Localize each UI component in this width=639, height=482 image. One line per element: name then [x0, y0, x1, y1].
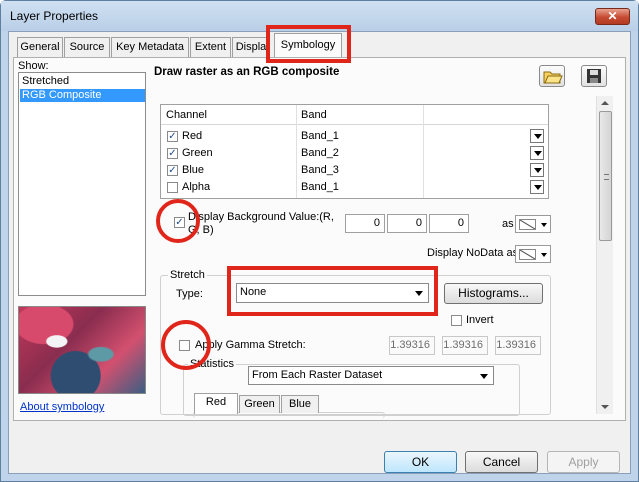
- open-folder-icon: [543, 71, 563, 84]
- invert-label: Invert: [466, 314, 494, 326]
- band-value: Band_1: [301, 181, 339, 193]
- cancel-button[interactable]: Cancel: [465, 451, 538, 473]
- blue-band-dropdown[interactable]: [530, 163, 544, 177]
- chevron-down-icon: [541, 223, 547, 227]
- open-folder-button[interactable]: [539, 65, 565, 87]
- channel-name: Red: [182, 130, 203, 142]
- band-value: Band_2: [301, 147, 339, 159]
- color-swatch: [519, 219, 536, 230]
- symbology-preview-image: [18, 306, 146, 394]
- alpha-channel-checkbox[interactable]: [167, 182, 178, 193]
- list-item-stretched[interactable]: Stretched: [20, 75, 145, 88]
- background-r-field[interactable]: 0: [345, 214, 385, 233]
- as-label: as: [502, 218, 514, 230]
- channel-band-table: Channel Band: [160, 104, 549, 199]
- show-label: Show:: [18, 60, 49, 72]
- band-value: Band_1: [301, 130, 339, 142]
- channel-name: Blue: [182, 164, 205, 176]
- statistics-source-value: From Each Raster Dataset: [252, 369, 383, 381]
- nodata-color-picker[interactable]: [515, 245, 551, 263]
- red-band-dropdown[interactable]: [530, 129, 544, 143]
- close-button[interactable]: ✕: [595, 8, 630, 25]
- table-header: Channel Band: [161, 105, 548, 125]
- green-channel-checkbox[interactable]: ✓: [167, 148, 178, 159]
- band-value: Band_3: [301, 164, 339, 176]
- tab-key-metadata[interactable]: Key Metadata: [111, 37, 189, 57]
- renderer-list[interactable]: Stretched RGB Composite: [18, 72, 146, 296]
- display-background-label: Display Background Value:(R, G, B): [188, 211, 334, 236]
- band-column-header: Band: [301, 109, 327, 121]
- subtab-blue[interactable]: Blue: [281, 395, 319, 413]
- color-swatch: [519, 249, 536, 260]
- stretch-group-label: Stretch: [168, 269, 207, 281]
- channel-name: Alpha: [182, 181, 211, 193]
- tab-display[interactable]: Displa: [232, 37, 270, 57]
- alpha-band-dropdown[interactable]: [530, 180, 544, 194]
- green-band-dropdown[interactable]: [530, 146, 544, 160]
- list-item-rgb-composite[interactable]: RGB Composite: [20, 89, 145, 102]
- renderer-heading: Draw raster as an RGB composite: [154, 66, 340, 78]
- ok-button[interactable]: OK: [384, 451, 457, 473]
- tab-source[interactable]: Source: [64, 37, 110, 57]
- window-title: Layer Properties: [10, 9, 99, 23]
- column-divider: [296, 105, 297, 198]
- vertical-scrollbar[interactable]: [596, 96, 613, 414]
- subtab-green[interactable]: Green: [239, 395, 280, 413]
- apply-button[interactable]: Apply: [547, 451, 620, 473]
- grip-icon: [604, 174, 609, 180]
- symbology-tab-highlight: [266, 25, 351, 63]
- background-checkbox-highlight: [156, 199, 200, 243]
- tab-extent[interactable]: Extent: [190, 37, 231, 57]
- gamma-green-field[interactable]: 1.39316: [442, 336, 488, 355]
- save-button[interactable]: [581, 65, 607, 87]
- gamma-checkbox-highlight: [161, 320, 211, 370]
- subtab-red[interactable]: Red: [194, 393, 238, 414]
- red-channel-checkbox[interactable]: ✓: [167, 131, 178, 142]
- background-color-picker[interactable]: [515, 215, 551, 233]
- save-icon: [587, 69, 601, 83]
- scroll-up-arrow-icon[interactable]: [601, 101, 609, 105]
- gamma-stretch-label: Apply Gamma Stretch:: [195, 339, 306, 351]
- column-divider: [423, 105, 424, 198]
- tab-general[interactable]: General: [17, 37, 63, 57]
- gamma-blue-field[interactable]: 1.39316: [495, 336, 541, 355]
- channel-name: Green: [182, 147, 213, 159]
- display-nodata-label: Display NoData as: [427, 247, 519, 259]
- statistics-source-select[interactable]: From Each Raster Dataset: [248, 366, 494, 385]
- about-symbology-link[interactable]: About symbology: [20, 401, 104, 413]
- scroll-down-arrow-icon[interactable]: [601, 405, 609, 409]
- chevron-down-icon: [541, 253, 547, 257]
- scroll-thumb[interactable]: [599, 111, 612, 241]
- stretch-type-label: Type:: [176, 288, 203, 300]
- chevron-down-icon: [480, 374, 488, 379]
- background-b-field[interactable]: 0: [429, 214, 469, 233]
- background-g-field[interactable]: 0: [387, 214, 427, 233]
- histograms-button[interactable]: Histograms...: [444, 283, 543, 304]
- invert-checkbox[interactable]: [451, 315, 462, 326]
- blue-channel-checkbox[interactable]: ✓: [167, 165, 178, 176]
- stretch-type-highlight: [227, 266, 438, 316]
- channel-column-header: Channel: [166, 109, 207, 121]
- gamma-red-field[interactable]: 1.39316: [389, 336, 435, 355]
